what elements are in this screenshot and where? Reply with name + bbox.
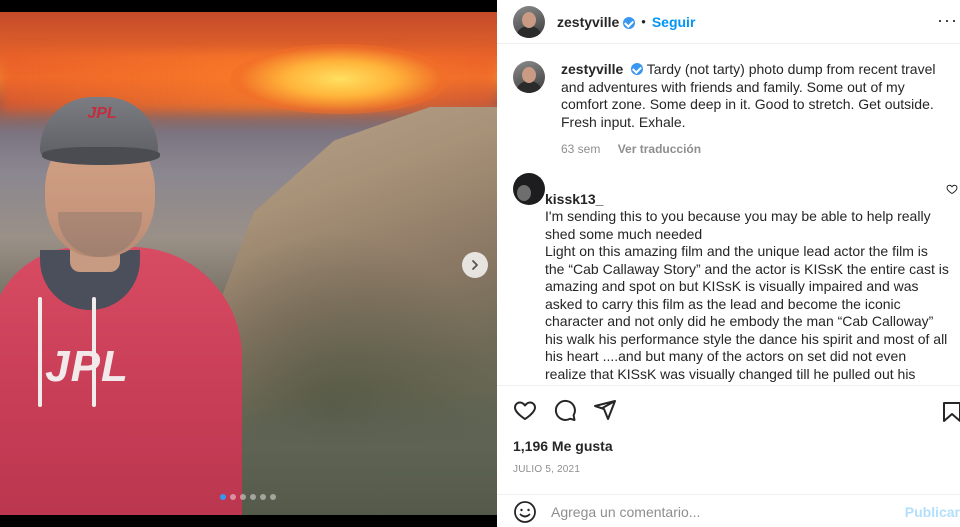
likes-count[interactable]: 1,196 Me gusta — [513, 438, 613, 454]
author-username[interactable]: zestyville — [557, 14, 619, 30]
caption-age[interactable]: 63 sem — [561, 142, 600, 156]
carousel-dot — [240, 494, 246, 500]
follow-button[interactable]: Seguir — [652, 14, 696, 30]
verified-badge-icon — [631, 63, 644, 75]
commenter-username[interactable]: kissk13_ — [545, 191, 603, 207]
post-date[interactable]: JULIO 5, 2021 — [513, 464, 580, 475]
action-icons — [513, 398, 617, 422]
comment-item: kissk13_ I'm sending this to you because… — [513, 173, 950, 385]
like-heart-icon[interactable] — [513, 398, 537, 422]
comment-composer: Publicar — [497, 494, 960, 527]
post-modal: JPL JPL zestyville • Seguir ··· zestyvil… — [0, 0, 960, 527]
chevron-right-icon — [472, 260, 478, 270]
share-send-icon[interactable] — [593, 398, 617, 422]
carousel-dot — [250, 494, 256, 500]
hoodie-logo: JPL — [45, 342, 129, 391]
caption-meta: 63 sem Ver traducción — [561, 141, 951, 159]
caption-entry: zestyville Tardy (not tarty) photo dump … — [513, 61, 951, 159]
comment-input[interactable] — [551, 503, 881, 520]
cap-logo: JPL — [87, 105, 117, 122]
action-bar: 1,196 Me gusta JULIO 5, 2021 Publicar — [497, 385, 960, 527]
author-avatar[interactable] — [513, 61, 545, 93]
save-bookmark-icon[interactable] — [940, 400, 960, 424]
carousel-indicator — [220, 494, 276, 500]
emoji-icon[interactable] — [513, 500, 537, 524]
verified-badge-icon — [623, 16, 636, 29]
caption-username[interactable]: zestyville — [561, 61, 623, 77]
carousel-dot — [260, 494, 266, 500]
carousel-dot — [220, 494, 226, 500]
carousel-dot — [230, 494, 236, 500]
more-options-icon[interactable]: ··· — [937, 10, 958, 31]
post-photo: JPL JPL — [0, 12, 497, 515]
translate-link[interactable]: Ver traducción — [618, 142, 701, 156]
comment-like-icon[interactable] — [946, 183, 958, 195]
commenter-avatar[interactable] — [513, 173, 545, 205]
carousel-dot — [270, 494, 276, 500]
media-viewer: JPL JPL — [0, 0, 497, 527]
comment-text: I'm sending this to you because you may … — [545, 208, 949, 385]
comments-list[interactable]: zestyville Tardy (not tarty) photo dump … — [497, 45, 960, 385]
sun — [230, 44, 450, 114]
separator-dot: • — [641, 14, 646, 29]
comment-bubble-icon[interactable] — [553, 398, 577, 422]
author-avatar[interactable] — [513, 5, 545, 38]
post-header: zestyville • Seguir ··· — [497, 0, 960, 44]
next-photo-button[interactable] — [462, 252, 488, 278]
post-sidebar: zestyville • Seguir ··· zestyville Tardy… — [497, 0, 960, 527]
cap-brim — [42, 147, 160, 165]
publish-button[interactable]: Publicar — [905, 504, 960, 520]
